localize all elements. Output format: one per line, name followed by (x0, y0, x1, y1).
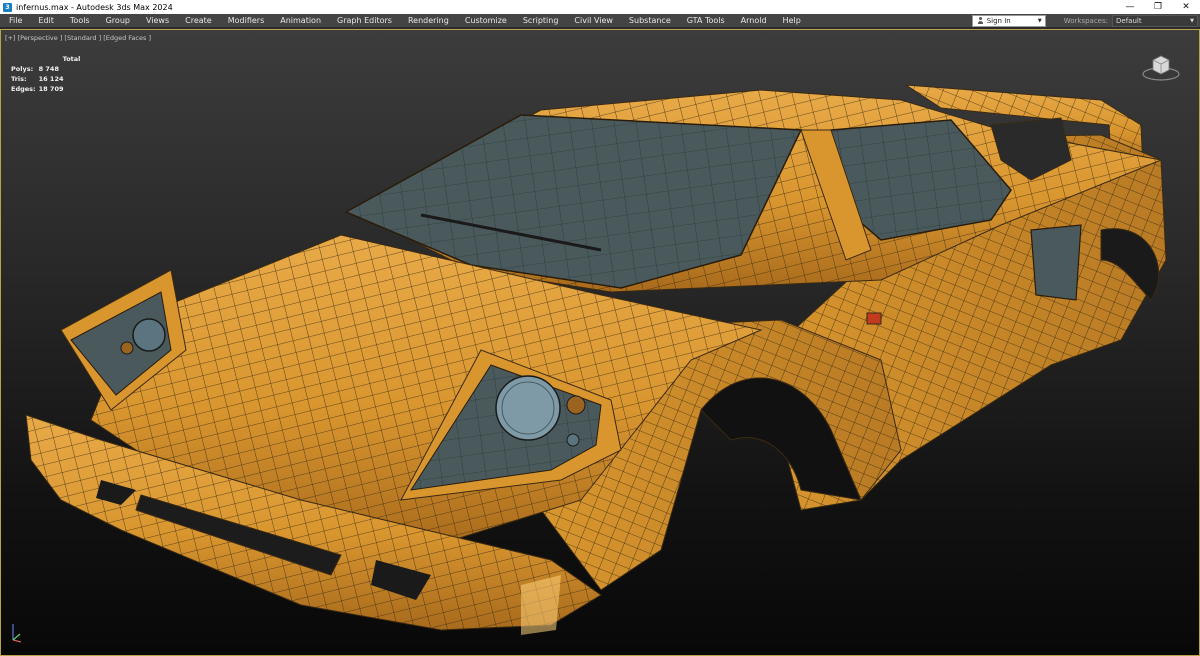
menu-civil-view[interactable]: Civil View (566, 16, 621, 25)
scene-statistics: Total Polys: 8 748 Tris: 16 124 Edges: 1… (11, 54, 83, 94)
menu-modifiers[interactable]: Modifiers (220, 16, 273, 25)
menu-group[interactable]: Group (98, 16, 138, 25)
workspace-value: Default (1116, 16, 1142, 25)
menu-tools[interactable]: Tools (62, 16, 98, 25)
viewcube-icon[interactable] (1141, 52, 1181, 82)
menu-substance[interactable]: Substance (621, 16, 679, 25)
axis-tripod-icon (12, 624, 22, 643)
menu-file[interactable]: File (0, 16, 30, 25)
menu-graph-editors[interactable]: Graph Editors (329, 16, 400, 25)
menu-customize[interactable]: Customize (457, 16, 515, 25)
chevron-down-icon: ▼ (1190, 17, 1194, 24)
menu-views[interactable]: Views (138, 16, 177, 25)
workspaces-label: Workspaces: (1063, 16, 1108, 25)
menu-animation[interactable]: Animation (272, 16, 329, 25)
side-badge (866, 312, 882, 325)
stats-table: Total Polys: 8 748 Tris: 16 124 Edges: 1… (11, 54, 83, 94)
car-wireframe-model[interactable] (1, 30, 1199, 655)
stats-label: Tris: (11, 75, 27, 83)
perspective-viewport[interactable]: [+] [Perspective ] [Standard ] [Edged Fa… (0, 29, 1200, 656)
title-bar: 3 infernus.max - Autodesk 3ds Max 2024 —… (0, 0, 1200, 14)
stats-header: Total (62, 55, 81, 63)
chevron-down-icon: ▼ (1037, 17, 1042, 24)
menu-bar: File Edit Tools Group Views Create Modif… (0, 14, 1200, 28)
menu-gta-tools[interactable]: GTA Tools (679, 16, 733, 25)
restore-button[interactable]: ❐ (1144, 0, 1172, 14)
menu-rendering[interactable]: Rendering (400, 16, 457, 25)
stats-value: 8 748 (38, 65, 59, 73)
user-icon (977, 17, 984, 24)
menu-create[interactable]: Create (177, 16, 220, 25)
menu-help[interactable]: Help (775, 16, 809, 25)
stats-value: 18 709 (38, 85, 64, 93)
stats-value: 16 124 (38, 75, 64, 83)
minimize-button[interactable]: — (1116, 0, 1144, 14)
window-title: infernus.max - Autodesk 3ds Max 2024 (16, 2, 173, 12)
3dsmax-app-icon: 3 (3, 2, 12, 12)
viewport-label[interactable]: [+] [Perspective ] [Standard ] [Edged Fa… (5, 34, 151, 42)
workspace-select[interactable]: Default ▼ (1112, 14, 1198, 27)
close-button[interactable]: ✕ (1172, 0, 1200, 14)
stats-label: Edges: (11, 85, 36, 93)
stats-label: Polys: (11, 65, 34, 73)
menu-scripting[interactable]: Scripting (515, 16, 567, 25)
sign-in-dropdown[interactable]: Sign In ▼ (971, 14, 1046, 27)
sign-in-label: Sign In (986, 16, 1011, 25)
menu-arnold[interactable]: Arnold (733, 16, 775, 25)
menu-edit[interactable]: Edit (30, 16, 62, 25)
